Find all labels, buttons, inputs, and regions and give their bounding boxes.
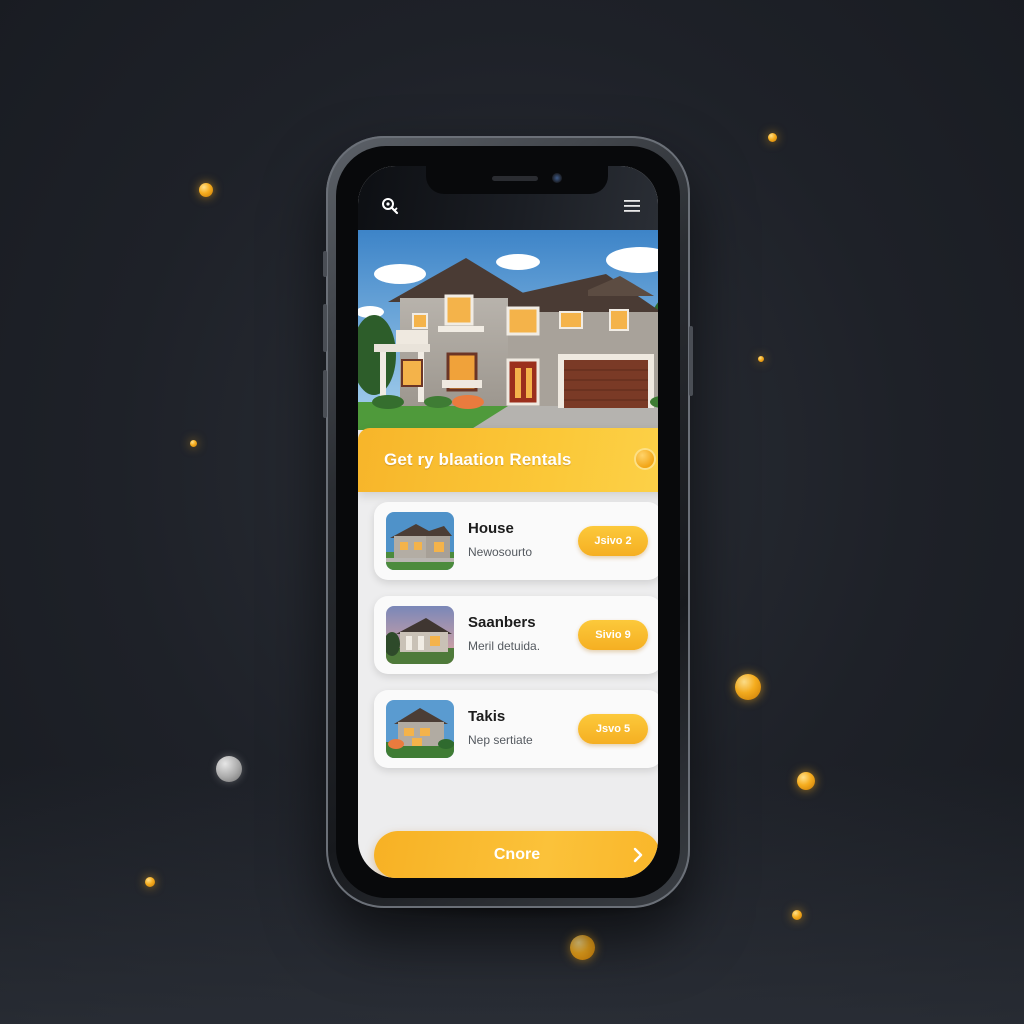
phone-notch xyxy=(426,166,608,194)
chevron-right-icon xyxy=(628,845,648,865)
cta-label: Cnore xyxy=(493,846,541,863)
decor-orb xyxy=(570,935,595,960)
banner-title: Get ry blaation Rentals xyxy=(384,450,572,469)
phone-bezel: Get ry blaation Rentals House Newosourto… xyxy=(336,146,680,898)
decor-orb xyxy=(145,877,155,887)
list-item[interactable]: House Newosourto Jsivo 2 xyxy=(374,502,658,580)
decor-orb xyxy=(199,183,213,197)
list-item[interactable]: Saanbers Meril detuida. Sivio 9 xyxy=(374,596,658,674)
phone-screen: Get ry blaation Rentals House Newosourto… xyxy=(358,166,658,878)
listing-thumbnail xyxy=(386,700,454,758)
listing-thumbnail xyxy=(386,606,454,664)
listing-action-button[interactable]: Jsivo 2 xyxy=(578,526,648,556)
rentals-banner: Get ry blaation Rentals xyxy=(358,428,658,492)
decor-orb xyxy=(216,756,242,782)
list-item[interactable]: Takis Nep sertiate Jsvo 5 xyxy=(374,690,658,768)
listing-subtitle: Newosourto xyxy=(468,545,533,559)
decor-orb xyxy=(735,674,761,700)
decor-orb xyxy=(797,772,815,790)
smartphone: Get ry blaation Rentals House Newosourto… xyxy=(323,136,693,908)
phone-side-button xyxy=(323,370,327,418)
listing-title: House xyxy=(468,520,514,537)
hero-house-image xyxy=(358,230,658,430)
decor-orb xyxy=(190,440,197,447)
banner-dot-icon[interactable] xyxy=(636,450,654,468)
decor-orb xyxy=(792,910,802,920)
hamburger-menu-icon[interactable] xyxy=(620,194,644,218)
phone-side-button xyxy=(689,326,693,396)
rental-list: House Newosourto Jsivo 2 Saanbers Meril … xyxy=(374,502,658,784)
decor-orb xyxy=(758,356,764,362)
speaker-grille xyxy=(492,176,538,181)
decor-orb xyxy=(768,133,777,142)
listing-action-button[interactable]: Jsvo 5 xyxy=(578,714,648,744)
listing-subtitle: Meril detuida. xyxy=(468,639,541,653)
listing-title: Saanbers xyxy=(468,614,536,631)
listing-thumbnail xyxy=(386,512,454,570)
listing-subtitle: Nep sertiate xyxy=(468,733,533,747)
listing-title: Takis xyxy=(468,708,506,725)
front-camera xyxy=(552,173,562,183)
listing-action-button[interactable]: Sivio 9 xyxy=(578,620,648,650)
phone-side-button xyxy=(323,304,327,352)
search-key-icon[interactable] xyxy=(378,194,402,218)
primary-cta-button[interactable]: Cnore xyxy=(374,831,658,878)
phone-side-button xyxy=(323,251,327,277)
